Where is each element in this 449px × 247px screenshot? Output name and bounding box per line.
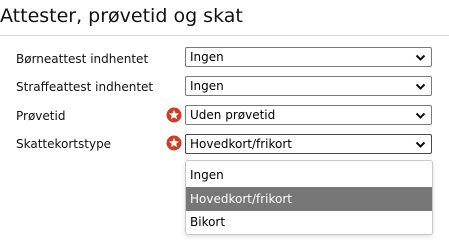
dropdown-option-bikort[interactable]: Bikort (186, 210, 432, 234)
section-title: Attester, prøvetid og skat (0, 5, 243, 27)
select-value: Ingen (190, 79, 224, 93)
dropdown-option-hovedkort[interactable]: Hovedkort/frikort (186, 187, 432, 211)
chevron-down-icon (415, 54, 426, 61)
label-boerneattest: Børneattest indhentet (16, 52, 149, 66)
select-value: Hovedkort/frikort (190, 137, 293, 151)
select-skattekortstype[interactable]: Hovedkort/frikort (185, 134, 432, 154)
skattekortstype-dropdown-list: Ingen Hovedkort/frikort Bikort (185, 160, 433, 235)
chevron-down-icon (415, 83, 426, 90)
label-proevetid: Prøvetid (16, 109, 66, 123)
select-proevetid[interactable]: Uden prøvetid (185, 105, 432, 125)
dropdown-option-ingen[interactable]: Ingen (186, 163, 432, 187)
chevron-down-icon (415, 112, 426, 119)
select-value: Ingen (190, 50, 224, 64)
required-star-icon (166, 107, 182, 123)
select-value: Uden prøvetid (190, 108, 276, 122)
title-divider (0, 35, 449, 36)
select-boerneattest[interactable]: Ingen (185, 47, 432, 67)
label-skattekortstype: Skattekortstype (16, 137, 112, 151)
required-star-icon (166, 135, 182, 151)
chevron-down-icon (415, 141, 426, 148)
select-straffeattest[interactable]: Ingen (185, 76, 432, 96)
attester-form-section: Attester, prøvetid og skat Børneattest i… (0, 0, 449, 247)
label-straffeattest: Straffeattest indhentet (16, 80, 154, 94)
